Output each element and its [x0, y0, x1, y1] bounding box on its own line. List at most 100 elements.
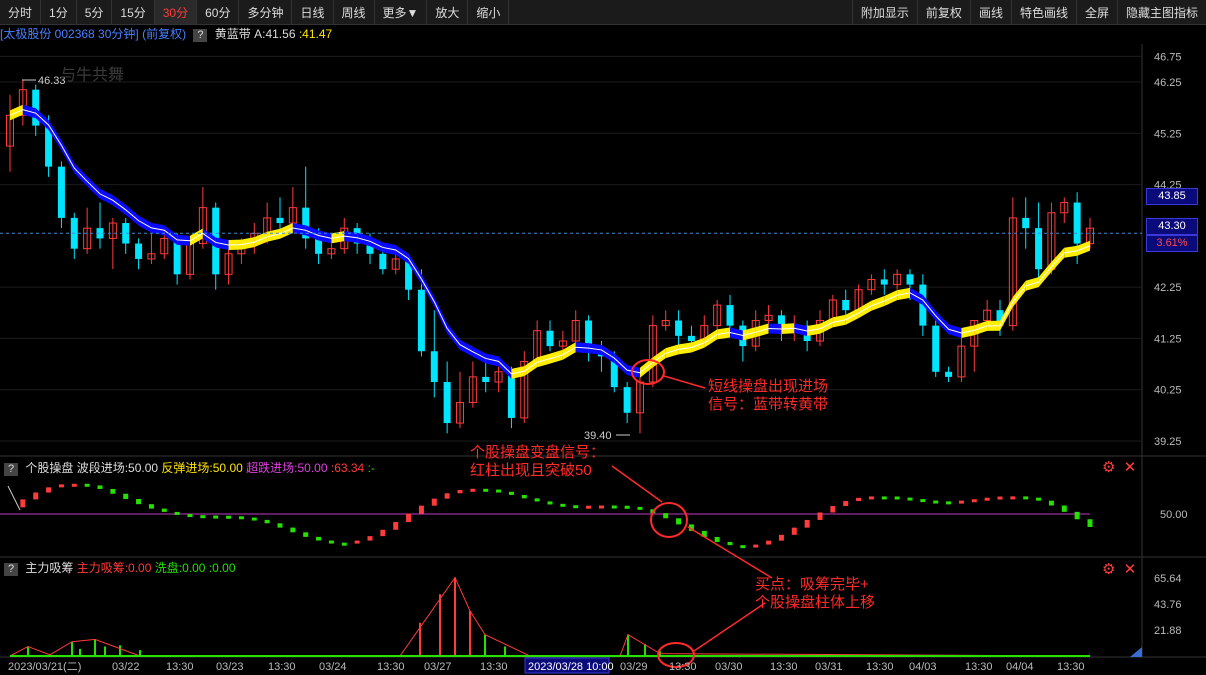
y-tick-label: 21.88 — [1154, 625, 1182, 637]
x-tick-label: 13:30 — [480, 661, 508, 673]
help-icon[interactable]: ? — [4, 563, 18, 576]
crosshair-time-label: 2023/03/28 10:00 — [528, 661, 614, 673]
note-line: 个股操盘柱体上移 — [755, 594, 876, 611]
x-tick-label: 04/04 — [1006, 661, 1034, 673]
candle-body — [135, 243, 143, 259]
osc-bar — [1010, 496, 1016, 500]
note-line: 个股操盘变盘信号： — [470, 444, 606, 461]
osc-bar — [868, 496, 874, 500]
osc-bar — [778, 534, 784, 541]
annotation-arrow — [611, 465, 663, 503]
osc-bar — [753, 544, 759, 548]
osc-bar — [187, 514, 193, 518]
candle-body — [623, 387, 631, 413]
panel3-c: :0.00 — [208, 561, 236, 575]
osc-bar — [238, 516, 244, 520]
x-tick-label: 03/23 — [216, 661, 244, 673]
x-tick-label: 03/22 — [112, 661, 140, 673]
osc-bar — [804, 519, 810, 528]
x-tick-label: 03/30 — [715, 661, 743, 673]
y-tick-label: 46.75 — [1154, 51, 1182, 63]
osc-bar — [933, 500, 939, 504]
osc-bar — [920, 499, 926, 503]
panel2-d: :63.34 — [330, 461, 365, 475]
osc-bar — [894, 496, 900, 500]
osc-bar — [817, 512, 823, 520]
x-tick-label: 03/27 — [424, 661, 452, 673]
osc-bar — [367, 536, 373, 541]
x-tick-label: 13:30 — [1057, 661, 1085, 673]
osc-bar — [226, 515, 232, 519]
candle-body — [443, 382, 451, 424]
gear-icon[interactable]: ⚙ — [1102, 561, 1115, 578]
osc-bar — [406, 513, 412, 523]
osc-bar — [316, 536, 322, 541]
osc-bar — [33, 492, 39, 500]
osc-bar — [958, 500, 964, 504]
osc-bar — [264, 519, 270, 524]
x-tick-label: 13:30 — [866, 661, 894, 673]
osc-bar — [534, 498, 540, 502]
corner-marker-icon — [1130, 647, 1142, 657]
close-icon[interactable]: ✕ — [1124, 561, 1137, 578]
osc-bar — [71, 483, 77, 487]
annotation-turn-signal: 个股操盘变盘信号： 红柱出现且突破50 — [470, 444, 605, 480]
osc-bar — [560, 503, 566, 507]
osc-bar — [431, 498, 437, 506]
osc-bar — [328, 540, 334, 544]
candle-body — [880, 279, 888, 285]
y-tick-label: 39.25 — [1154, 436, 1182, 448]
osc-bar — [136, 499, 142, 505]
osc-bar — [380, 529, 386, 537]
osc-bar — [637, 506, 643, 510]
osc-bar — [766, 540, 772, 545]
close-icon[interactable]: ✕ — [1124, 459, 1137, 476]
osc-bar — [418, 505, 424, 514]
osc-bar — [393, 522, 399, 530]
annotation-buy-point: 买点：吸筹完毕+ 个股操盘柱体上移 — [755, 576, 875, 612]
panel2-a: 波段进场:50.00 — [76, 461, 159, 475]
osc-bar — [20, 499, 26, 508]
osc-start-line — [7, 485, 21, 511]
gear-icon[interactable]: ⚙ — [1102, 459, 1115, 476]
panel2-b: 反弹进场:50.00 — [161, 461, 243, 475]
candle-body — [1022, 217, 1030, 229]
osc-bar — [483, 488, 489, 492]
osc-bar — [1036, 497, 1042, 501]
osc-bar — [547, 501, 553, 505]
osc-bar — [856, 497, 862, 502]
price-tag-pct: 3.61% — [1146, 235, 1198, 252]
panel3-controls: ⚙ ✕ — [1102, 560, 1136, 578]
note-line: 信号：蓝带转黄带 — [708, 396, 829, 413]
panel2-e: :- — [367, 461, 375, 475]
panel3-header: ? 主力吸筹 主力吸筹:0.00 洗盘:0.00 :0.00 — [0, 559, 236, 576]
osc-bar — [58, 484, 64, 488]
y-tick-label: 40.25 — [1154, 385, 1182, 397]
y-tick-label: 45.25 — [1154, 128, 1182, 140]
osc-bar — [971, 499, 977, 503]
osc-bar — [984, 497, 990, 501]
annotation-circle — [650, 502, 688, 538]
osc-bar — [740, 545, 746, 549]
y-tick-label: 65.64 — [1154, 573, 1182, 585]
osc-bar — [174, 511, 180, 515]
panel2-header: ? 个股操盘 波段进场:50.00 反弹进场:50.00 超跌进场:50.00 … — [0, 459, 375, 476]
annotation-arrow — [663, 375, 706, 389]
osc-bar — [843, 501, 849, 507]
osc-bar — [303, 532, 309, 537]
candle-body — [726, 305, 734, 326]
panel2-c: 超跌进场:50.00 — [246, 461, 328, 475]
note-line: 买点：吸筹完毕+ — [755, 576, 869, 593]
candle-body — [842, 299, 850, 311]
x-tick-label: 13:30 — [965, 661, 993, 673]
annotation-arrow — [687, 526, 773, 579]
x-tick-label: 03/24 — [319, 661, 347, 673]
x-tick-label: 2023/03/21(二) — [8, 661, 81, 673]
osc-bar — [354, 540, 360, 544]
help-icon[interactable]: ? — [4, 463, 18, 476]
osc-bar — [1061, 505, 1067, 512]
candle-body — [276, 217, 284, 224]
osc-bar — [586, 505, 592, 509]
osc-bar — [663, 513, 669, 519]
panel2-name: 个股操盘 — [25, 461, 74, 475]
